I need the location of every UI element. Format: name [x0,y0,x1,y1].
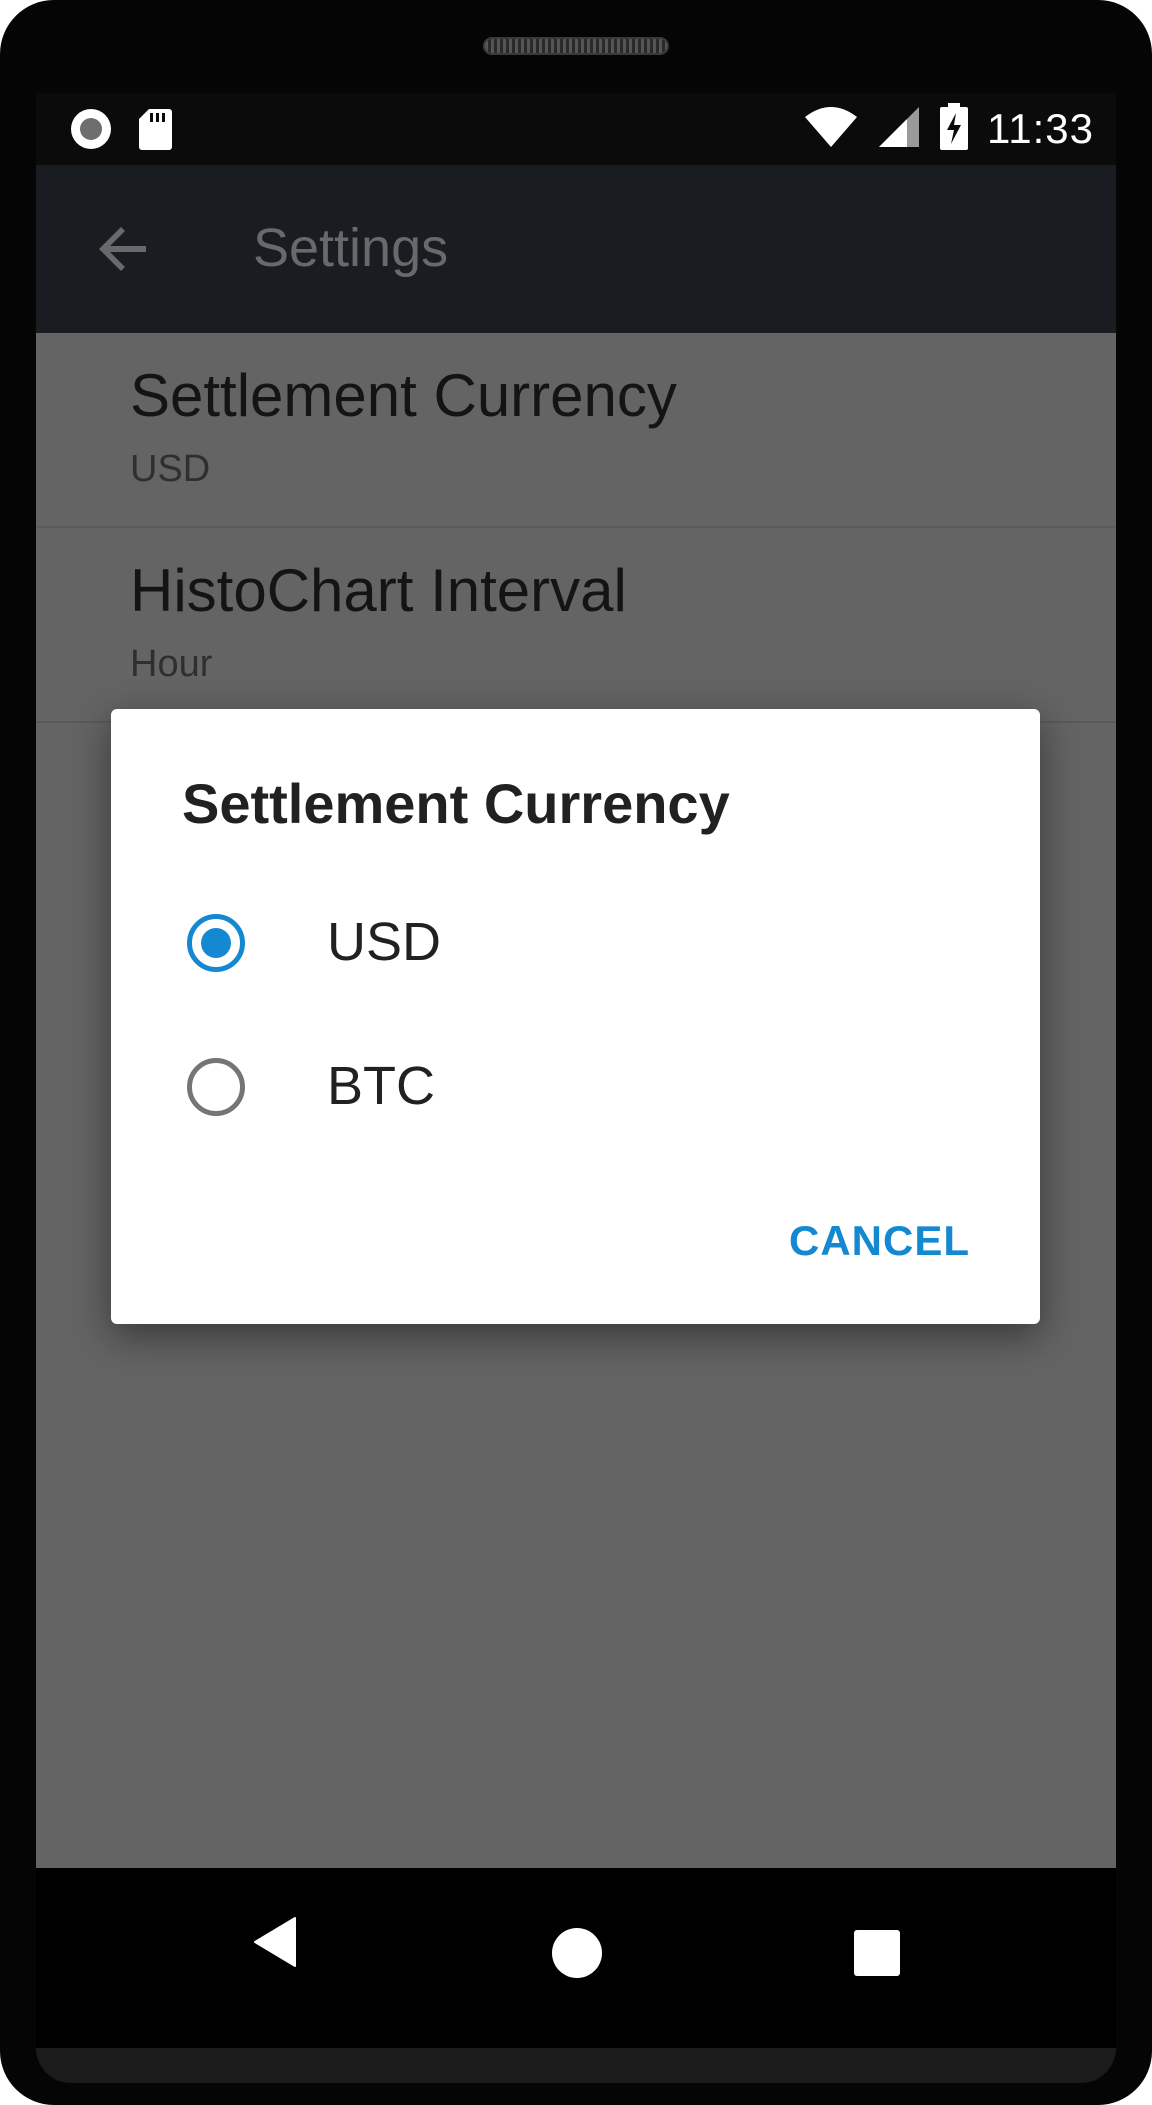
speaker-grille [483,37,669,55]
navigation-bar [36,1868,1116,2048]
preference-summary: USD [130,448,211,490]
preference-settlement-currency[interactable]: Settlement Currency USD [36,333,1116,528]
preference-histochart-interval[interactable]: HistoChart Interval Hour [36,528,1116,723]
preference-title: HistoChart Interval [130,557,627,624]
preference-summary: Hour [130,643,213,685]
wifi-icon [803,105,859,153]
app-bar: Settings [36,165,1116,333]
radio-button-unchecked-icon[interactable] [187,1058,245,1116]
screen: 11:33 Settings Settlement Currency USD H… [36,93,1116,1868]
status-right-icons: 11:33 [803,103,1094,155]
app-bar-title: Settings [253,218,449,278]
phone-frame: 11:33 Settings Settlement Currency USD H… [0,0,1152,2105]
radio-label: BTC [327,1056,435,1116]
cancel-button[interactable]: CANCEL [789,1217,970,1265]
preference-list: Settlement Currency USD HistoChart Inter… [36,333,1116,723]
status-left-icons [69,107,173,155]
status-clock: 11:33 [987,105,1094,152]
status-bar: 11:33 [36,93,1116,165]
record-icon [69,107,113,155]
radio-option-usd[interactable]: USD [111,879,1040,1007]
nav-back-icon[interactable] [253,1916,297,1972]
dialog-title: Settlement Currency [182,772,730,835]
phone-bottom-bezel [36,2048,1116,2083]
arrow-back-icon [92,227,156,285]
radio-button-checked-icon[interactable] [187,914,245,972]
settlement-currency-dialog: Settlement Currency USD BTC CANCEL [111,709,1040,1324]
sd-card-icon [137,107,173,155]
nav-recents-icon[interactable] [854,1930,900,1976]
battery-charging-icon [939,103,969,155]
preference-title: Settlement Currency [130,362,677,429]
radio-option-btc[interactable]: BTC [111,1023,1040,1151]
nav-home-icon[interactable] [552,1928,602,1978]
back-button[interactable] [92,217,156,281]
radio-label: USD [327,912,442,972]
cell-signal-icon [877,105,921,153]
